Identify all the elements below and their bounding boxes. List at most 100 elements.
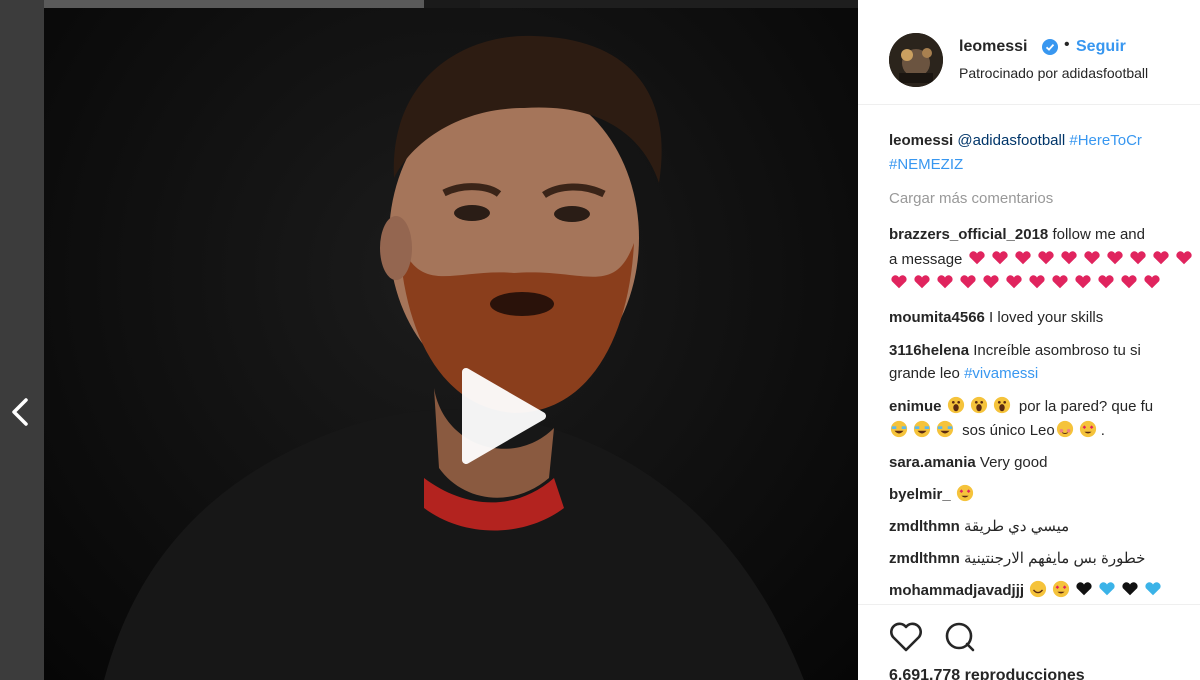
comment-bubble-icon[interactable] xyxy=(944,621,976,653)
comment-username[interactable]: zmdlthmn xyxy=(889,550,960,567)
comment-username[interactable]: 3116helena xyxy=(889,342,969,359)
avatar-image xyxy=(889,33,943,87)
crying-laughing-emoji-icon xyxy=(936,420,954,438)
heart-emoji-icon xyxy=(1144,275,1160,289)
crying-laughing-emoji-icon xyxy=(890,420,908,438)
heart-emoji-icon xyxy=(1083,251,1100,265)
heart-emoji-icon xyxy=(1121,275,1137,289)
mention-link[interactable]: @adidasfootball xyxy=(957,132,1065,149)
comment-text: Very good xyxy=(979,454,1048,471)
comment-item: enimue por la pared? que fu xyxy=(889,396,1153,418)
previous-post-button[interactable] xyxy=(4,392,36,432)
caption: leomessi @adidasfootball #HereToCr xyxy=(889,130,1142,152)
heart-emoji-icon xyxy=(1175,251,1192,265)
scream-emoji-icon xyxy=(993,396,1010,414)
comment-item: zmdlthmn ميسي دي طريقة xyxy=(889,516,1069,538)
heart-emoji-icon xyxy=(1075,275,1091,289)
heart-eyes-emoji-icon xyxy=(956,484,973,502)
comment-text: خطورة بس مايفهم الارجنتينية xyxy=(964,550,1146,567)
separator-dot: • xyxy=(1064,36,1070,53)
comment-line: sos único Leo. xyxy=(889,420,1105,442)
heart-emoji-icon xyxy=(983,275,999,289)
comment-item: sara.amania Very good xyxy=(889,452,1047,474)
heart-emoji-icon xyxy=(1106,251,1123,265)
comment-text: sos único Leo xyxy=(962,422,1055,439)
post-username[interactable]: leomessi xyxy=(959,38,1027,56)
heart-emoji-icon xyxy=(960,275,976,289)
previous-post-strip xyxy=(44,0,858,8)
scream-emoji-icon xyxy=(947,396,964,414)
black-heart-icon xyxy=(1122,582,1138,596)
load-more-comments-button[interactable]: Cargar más comentarios xyxy=(889,190,1053,207)
comment-username[interactable]: byelmir_ xyxy=(889,486,951,503)
heart-eyes-emoji-icon xyxy=(1053,580,1070,598)
heart-emoji-icon xyxy=(991,251,1008,265)
caption-line-2: #NEMEZIZ xyxy=(889,154,963,176)
comment-text: grande leo xyxy=(889,365,960,382)
comment-username[interactable]: brazzers_official_2018 xyxy=(889,226,1048,243)
post-header: leomessi • Seguir Patrocinado por adidas… xyxy=(858,0,1200,105)
heart-emoji-icon xyxy=(1014,251,1031,265)
comment-item: mohammadjavadjjj xyxy=(889,580,1166,602)
heart-emoji-icon xyxy=(1052,275,1068,289)
hashtag-link[interactable]: #HereToCr xyxy=(1069,132,1142,149)
chevron-left-icon xyxy=(12,398,28,426)
heart-emoji-icon xyxy=(1060,251,1077,265)
comment-item: 3116helena Increíble asombroso tu si xyxy=(889,340,1141,362)
heart-emoji-icon xyxy=(891,275,907,289)
avatar[interactable] xyxy=(889,33,943,87)
heart-emoji-row xyxy=(889,275,1165,292)
video-frame xyxy=(104,35,804,680)
play-button[interactable] xyxy=(454,368,550,464)
heart-emoji-icon xyxy=(914,275,930,289)
heart-emoji-icon xyxy=(1129,251,1146,265)
play-icon xyxy=(462,368,546,464)
comment-username[interactable]: enimue xyxy=(889,398,942,415)
heart-emoji-icon xyxy=(1029,275,1045,289)
comment-item: moumita4566 I loved your skills xyxy=(889,307,1103,329)
comment-line: grande leo #vivamessi xyxy=(889,363,1038,385)
heart-eyes-emoji-icon xyxy=(1079,420,1096,438)
heart-emoji-icon xyxy=(1152,251,1169,265)
hashtag-link[interactable]: #NEMEZIZ xyxy=(889,156,963,173)
comment-username[interactable]: mohammadjavadjjj xyxy=(889,582,1024,599)
heart-emoji-icon xyxy=(1006,275,1022,289)
sponsored-label[interactable]: Patrocinado por adidasfootball xyxy=(959,65,1148,81)
post-actions: 6.691.778 reproducciones xyxy=(858,604,1200,680)
heart-emoji-icon xyxy=(937,275,953,289)
comment-text: por la pared? que fu xyxy=(1018,398,1154,415)
black-heart-icon xyxy=(1076,582,1092,596)
comment-text: I loved your skills xyxy=(989,309,1104,326)
comment-text: follow me and xyxy=(1052,226,1145,243)
blue-heart-icon xyxy=(1099,582,1115,596)
comment-username[interactable]: zmdlthmn xyxy=(889,518,960,535)
view-count: 6.691.778 reproducciones xyxy=(889,667,1085,680)
comment-text: Increíble asombroso tu si xyxy=(973,342,1141,359)
heart-emoji-row xyxy=(967,251,1197,268)
video-player[interactable] xyxy=(44,8,858,680)
comment-line xyxy=(889,273,1165,295)
heart-emoji-icon xyxy=(1037,251,1054,265)
comment-text: a message xyxy=(889,251,963,268)
comment-item: brazzers_official_2018 follow me and xyxy=(889,224,1145,246)
verified-badge-icon xyxy=(1042,39,1058,55)
comment-item: zmdlthmn خطورة بس مايفهم الارجنتينية xyxy=(889,548,1145,570)
comment-username[interactable]: moumita4566 xyxy=(889,309,985,326)
comment-text: ميسي دي طريقة xyxy=(964,518,1070,535)
smile-emoji-icon xyxy=(1030,580,1047,598)
comment-username[interactable]: sara.amania xyxy=(889,454,976,471)
heart-emoji-icon xyxy=(1098,275,1114,289)
comment-item: byelmir_ xyxy=(889,484,978,506)
comment-username[interactable]: leomessi xyxy=(889,132,953,149)
heart-emoji-icon xyxy=(968,251,985,265)
follow-button[interactable]: Seguir xyxy=(1076,38,1126,56)
heart-icon[interactable] xyxy=(889,621,923,653)
blue-heart-icon xyxy=(1145,582,1161,596)
hashtag-link[interactable]: #vivamessi xyxy=(964,365,1038,382)
scream-emoji-icon xyxy=(970,396,987,414)
post-side-panel: leomessi • Seguir Patrocinado por adidas… xyxy=(858,0,1200,680)
crying-laughing-emoji-icon xyxy=(913,420,931,438)
blushing-emoji-icon xyxy=(1056,420,1073,438)
comment-line: a message xyxy=(889,249,1197,271)
comment-text: . xyxy=(1100,422,1105,439)
